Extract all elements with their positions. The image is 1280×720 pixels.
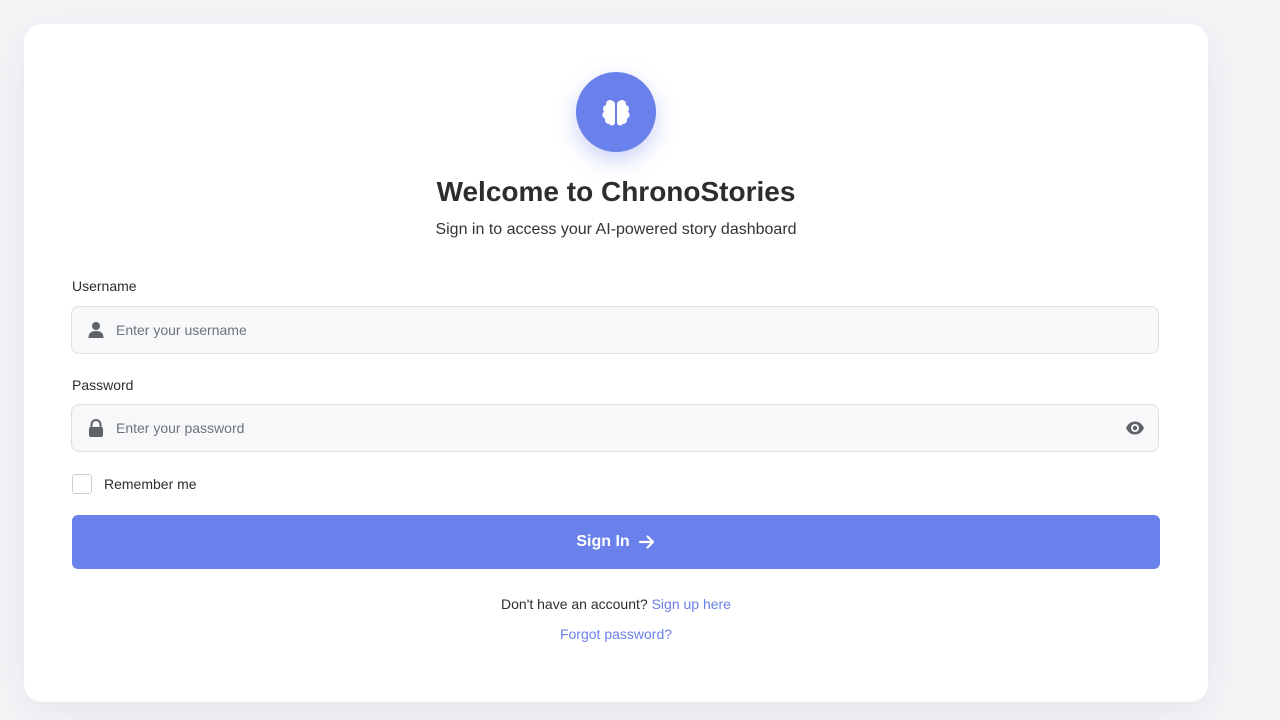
remember-me[interactable]: Remember me <box>72 474 197 494</box>
password-input[interactable] <box>116 405 1096 451</box>
brain-icon <box>602 100 630 126</box>
signup-link[interactable]: Sign up here <box>652 596 731 612</box>
username-label: Username <box>72 278 137 294</box>
username-input[interactable] <box>116 307 1096 353</box>
password-field[interactable] <box>71 404 1159 452</box>
signup-prompt: Don't have an account? <box>501 596 648 612</box>
arrow-right-icon <box>638 535 654 549</box>
lock-icon <box>89 419 103 437</box>
signup-prompt-line: Don't have an account? Sign up here <box>24 596 1208 612</box>
remember-label: Remember me <box>104 476 197 492</box>
sign-in-label: Sign In <box>576 533 630 550</box>
password-label: Password <box>72 377 134 393</box>
page-title: Welcome to ChronoStories <box>436 176 796 207</box>
forgot-line: Forgot password? <box>24 626 1208 642</box>
login-card: Welcome to ChronoStories Sign in to acce… <box>24 24 1208 702</box>
user-icon <box>88 322 104 338</box>
logo-badge <box>576 72 656 152</box>
remember-checkbox[interactable] <box>72 474 92 494</box>
sign-in-button[interactable]: Sign In <box>72 515 1160 569</box>
forgot-password-link[interactable]: Forgot password? <box>560 626 672 642</box>
username-field[interactable] <box>71 306 1159 354</box>
page-subtitle: Sign in to access your AI-powered story … <box>435 221 797 238</box>
eye-icon[interactable] <box>1125 418 1145 438</box>
